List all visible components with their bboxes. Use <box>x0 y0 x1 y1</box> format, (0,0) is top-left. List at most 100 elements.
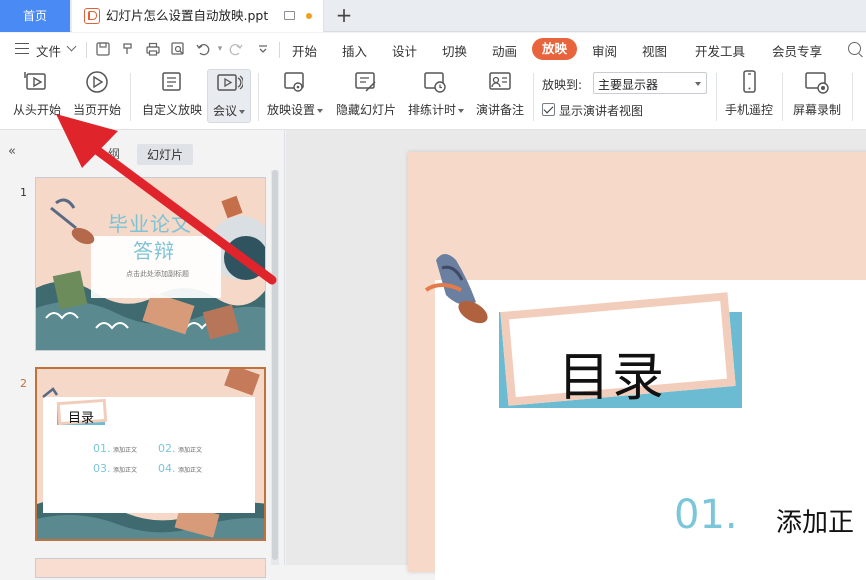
customize-toolbar-icon[interactable] <box>255 41 271 57</box>
menu-insert[interactable]: 插入 <box>342 41 367 60</box>
collapse-panel-icon[interactable]: « <box>8 144 16 159</box>
meeting-label: 会议 <box>212 104 237 118</box>
from-start-button[interactable]: 从头开始 <box>10 69 64 123</box>
slide-2-artwork <box>37 369 264 539</box>
redo-icon[interactable] <box>228 41 244 57</box>
custom-show-button[interactable]: 自定义放映 <box>140 69 204 123</box>
meeting-button[interactable]: 会议 <box>207 69 251 123</box>
undo-dropdown-icon[interactable]: ▾ <box>212 41 228 57</box>
slide-2-item-num: 04. <box>158 462 176 475</box>
menu-animation[interactable]: 动画 <box>492 41 517 60</box>
chevron-down-icon[interactable] <box>66 41 77 52</box>
menu-member[interactable]: 会员专享 <box>772 41 822 60</box>
presenter-view-checkbox[interactable] <box>542 103 555 116</box>
print-icon[interactable] <box>145 41 161 57</box>
divider <box>533 73 534 121</box>
menu-bar: 文件 ▾ 开始 插入 设计 切换 动画 放映 审阅 视图 开发工具 会员专享 <box>0 33 866 65</box>
slide-title: 目录 <box>558 348 667 408</box>
screen-record-button[interactable]: 屏幕录制 <box>790 69 844 123</box>
meeting-icon <box>215 70 244 98</box>
slide-1-title-line2: 答辩 <box>133 239 175 263</box>
slide-item-text: 添加正 <box>776 508 855 538</box>
monitor-icon[interactable] <box>284 11 295 20</box>
chevron-down-icon <box>317 108 323 113</box>
document-tab[interactable]: 幻灯片怎么设置自动放映.ppt <box>72 0 324 32</box>
slide-1-title-line1: 毕业论文 <box>108 212 192 236</box>
hide-slide-button[interactable]: 隐藏幻灯片 <box>334 69 398 123</box>
hamburger-menu-icon[interactable] <box>15 43 29 54</box>
phone-icon <box>735 69 763 97</box>
save-icon[interactable] <box>95 41 111 57</box>
print-preview-icon[interactable] <box>170 41 186 57</box>
screen-record-label: 屏幕录制 <box>792 103 841 117</box>
search-icon[interactable] <box>848 42 861 55</box>
slides-panel: « 纲 幻灯片 1 毕业论文 答辩 点击此处添加副标题 2 目录 01. 添加正… <box>0 130 285 578</box>
presenter-view-label[interactable]: 显示演讲者视图 <box>559 102 643 119</box>
slide-2-item-num: 02. <box>158 442 176 455</box>
slide-2-item-text: 添加正文 <box>113 447 138 454</box>
speaker-notes-icon <box>486 69 514 97</box>
slide-thumbnail-3[interactable] <box>35 558 266 578</box>
divider <box>86 42 87 58</box>
outline-tab[interactable]: 纲 <box>108 145 120 162</box>
slide-2-item-text: 添加正文 <box>113 467 138 474</box>
new-tab-plus-icon[interactable]: + <box>334 4 354 26</box>
divider <box>258 73 259 121</box>
divider <box>716 73 717 121</box>
menu-design[interactable]: 设计 <box>392 41 417 60</box>
timer-icon <box>422 69 450 97</box>
chevron-down-icon <box>239 109 245 114</box>
play-to-value: 主要显示器 <box>598 78 659 92</box>
menu-view[interactable]: 视图 <box>642 41 667 60</box>
speaker-notes-label: 演讲备注 <box>475 103 524 117</box>
show-settings-button[interactable]: 放映设置 <box>264 69 326 123</box>
slideshow-ribbon: 从头开始 当页开始 自定义放映 会议 放映设置 隐藏幻灯片 排练计时 演讲备注 … <box>0 65 866 130</box>
menu-transition[interactable]: 切换 <box>442 41 467 60</box>
slides-tab[interactable]: 幻灯片 <box>137 144 194 165</box>
hide-slide-icon <box>352 69 380 97</box>
from-start-label: 从头开始 <box>12 103 61 117</box>
title-tab-bar: 首页 幻灯片怎么设置自动放映.ppt + <box>0 0 866 32</box>
play-to-select[interactable]: 主要显示器 <box>593 72 707 94</box>
document-tab-title: 幻灯片怎么设置自动放映.ppt <box>106 8 269 23</box>
ppt-file-icon <box>84 8 100 24</box>
hide-slide-label: 隐藏幻灯片 <box>335 103 396 117</box>
scrollbar-thumb[interactable] <box>272 170 278 560</box>
menu-developer[interactable]: 开发工具 <box>695 41 745 60</box>
play-circle-icon <box>83 69 111 97</box>
slide-2-title: 目录 <box>68 411 95 426</box>
from-current-label: 当页开始 <box>72 103 121 117</box>
menu-slideshow[interactable]: 放映 <box>532 38 578 60</box>
custom-show-icon <box>158 69 186 97</box>
format-painter-icon[interactable] <box>120 41 136 57</box>
speaker-notes-button[interactable]: 演讲备注 <box>473 69 527 123</box>
slide-2-item-text: 添加正文 <box>178 467 203 474</box>
slide-thumbnail-1[interactable]: 毕业论文 答辩 点击此处添加副标题 <box>35 177 266 351</box>
slide-number: 2 <box>20 377 27 390</box>
slide-thumbnail-2[interactable]: 目录 01. 添加正文 02. 添加正文 03. 添加正文 04. 添加正文 <box>35 367 266 541</box>
slide-2-item-num: 03. <box>93 462 111 475</box>
slides-scrollbar[interactable] <box>271 170 279 565</box>
chevron-down-icon <box>695 82 701 86</box>
rehearse-timing-button[interactable]: 排练计时 <box>405 69 467 123</box>
slide-item-number: 01. <box>674 492 738 538</box>
phone-remote-button[interactable]: 手机遥控 <box>722 69 776 123</box>
slide-1-subtitle: 点击此处添加副标题 <box>126 270 189 278</box>
slide-2-item-num: 01. <box>93 442 111 455</box>
menu-review[interactable]: 审阅 <box>592 41 617 60</box>
file-menu[interactable]: 文件 <box>36 41 61 60</box>
from-current-button[interactable]: 当页开始 <box>70 69 124 123</box>
unsaved-dot-icon <box>306 13 312 19</box>
menu-start[interactable]: 开始 <box>292 41 317 60</box>
slide-2-item-text: 添加正文 <box>178 447 203 454</box>
show-settings-icon <box>281 69 309 97</box>
play-from-start-icon <box>23 69 51 97</box>
divider <box>279 42 280 58</box>
rehearse-timing-label: 排练计时 <box>407 103 456 117</box>
chevron-down-icon <box>458 108 464 113</box>
home-tab[interactable]: 首页 <box>0 0 70 32</box>
slide-number: 1 <box>20 186 27 199</box>
undo-icon[interactable] <box>195 41 211 57</box>
slide-canvas: 目录 01. 添加正 <box>286 130 866 580</box>
show-settings-label: 放映设置 <box>266 103 315 117</box>
